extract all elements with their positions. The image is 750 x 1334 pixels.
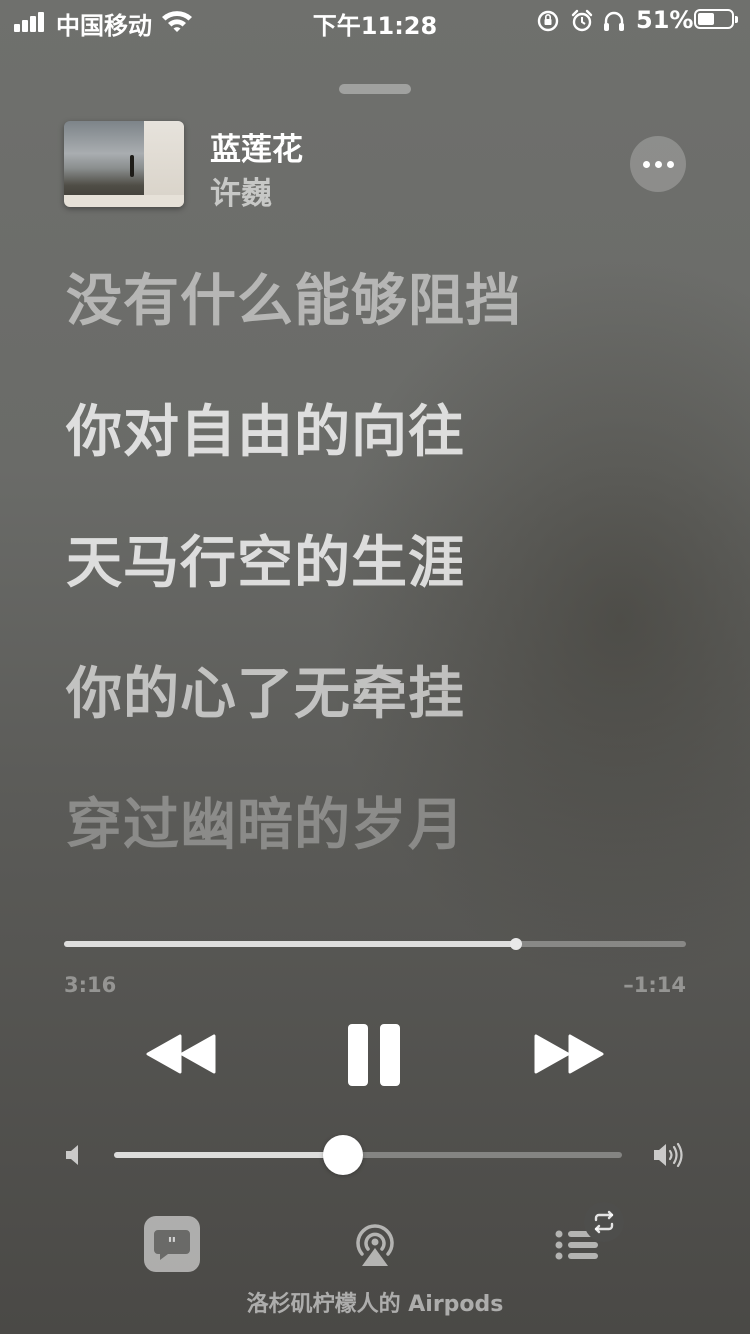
pause-button[interactable] bbox=[348, 1024, 402, 1086]
lyric-line[interactable]: 你的心了无牵挂 bbox=[66, 655, 686, 786]
volume-knob[interactable] bbox=[322, 1135, 363, 1175]
status-icons bbox=[537, 9, 624, 32]
progress-knob[interactable] bbox=[510, 938, 523, 950]
volume-fill bbox=[114, 1152, 343, 1158]
playback-progress-slider[interactable] bbox=[64, 938, 686, 950]
lyric-line[interactable]: 穿过幽暗的岁月 bbox=[66, 786, 686, 917]
repeat-badge[interactable] bbox=[584, 1202, 624, 1242]
lyric-line[interactable]: 你对自由的向往 bbox=[66, 393, 686, 524]
song-title: 蓝莲花 bbox=[210, 132, 303, 168]
artist-name[interactable]: 许巍 bbox=[210, 168, 272, 213]
status-bar: 中国移动 下午11:28 51% bbox=[0, 0, 750, 44]
remaining-time: –1:14 bbox=[623, 973, 686, 997]
more-options-button[interactable] bbox=[630, 136, 686, 192]
fast-forward-icon bbox=[534, 1034, 604, 1074]
battery-icon bbox=[694, 9, 738, 29]
volume-high-icon bbox=[654, 1142, 683, 1168]
rewind-icon bbox=[146, 1034, 216, 1074]
rewind-button[interactable] bbox=[146, 1034, 216, 1074]
lyrics-button[interactable]: " bbox=[144, 1216, 200, 1272]
svg-text:": " bbox=[167, 1234, 176, 1255]
battery-percent: 51% bbox=[636, 6, 694, 34]
headphones-icon bbox=[604, 11, 624, 31]
elapsed-time: 3:16 bbox=[64, 973, 117, 997]
progress-fill bbox=[64, 941, 517, 947]
volume-low-icon bbox=[66, 1145, 78, 1165]
more-icon bbox=[642, 160, 650, 168]
audio-route-label[interactable]: 洛杉矶柠檬人的 Airpods bbox=[0, 1286, 750, 1318]
lyric-line[interactable]: 天马行空的生涯 bbox=[66, 524, 686, 655]
volume-slider[interactable] bbox=[114, 1135, 622, 1175]
sheet-grabber[interactable] bbox=[339, 84, 411, 94]
alarm-icon bbox=[571, 9, 593, 32]
airplay-button[interactable] bbox=[350, 1218, 400, 1270]
lyrics-icon: " bbox=[154, 1230, 190, 1260]
album-art[interactable] bbox=[64, 121, 184, 207]
lyric-line[interactable]: 没有什么能够阻挡 bbox=[66, 262, 686, 393]
pause-icon bbox=[348, 1024, 368, 1086]
lyrics-view[interactable]: 没有什么能够阻挡 你对自由的向往 天马行空的生涯 你的心了无牵挂 穿过幽暗的岁月 bbox=[66, 262, 686, 917]
repeat-icon bbox=[594, 1210, 614, 1234]
orientation-lock-icon bbox=[537, 10, 559, 32]
fast-forward-button[interactable] bbox=[534, 1034, 604, 1074]
airplay-icon bbox=[356, 1224, 394, 1266]
